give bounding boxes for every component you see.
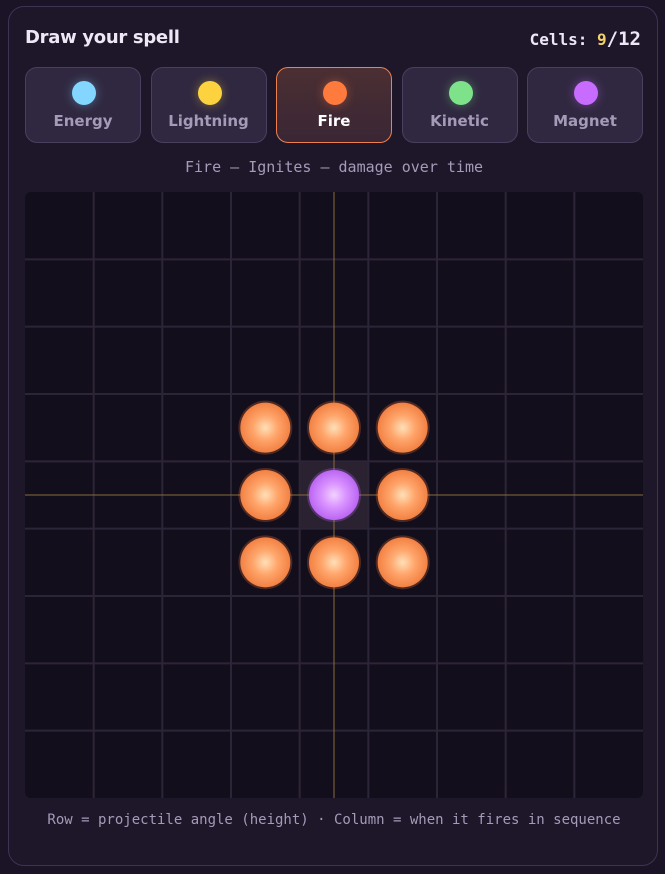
element-button-label: Fire [317, 112, 351, 130]
spell-panel: Draw your spell Cells: 9/12 Energy Lightn… [8, 6, 658, 866]
grid-help-text: Row = projectile angle (height) · Column… [47, 812, 621, 828]
element-description: Fire — Ignites — damage over time [184, 158, 483, 176]
element-button-magnet[interactable]: Magnet [527, 67, 643, 143]
cells-max: 12 [618, 28, 641, 50]
fire-orb[interactable] [240, 470, 291, 520]
element-button-lightning[interactable]: Lightning [150, 67, 267, 143]
element-button-kinetic[interactable]: Kinetic [401, 67, 518, 143]
magnet-orb-icon [574, 81, 598, 105]
element-selector: Energy Lightning Fire Kinetic Magnet [25, 67, 643, 143]
element-button-label: Energy [53, 112, 113, 130]
element-button-label: Lightning [168, 112, 249, 130]
element-button-energy[interactable]: Energy [25, 67, 141, 143]
kinetic-orb-icon [448, 81, 473, 105]
spell-grid[interactable] [25, 192, 643, 798]
fire-orb[interactable] [377, 470, 428, 520]
spell-grid-canvas[interactable] [25, 192, 643, 798]
cells-label: Cells: [529, 30, 588, 49]
fire-orb[interactable] [377, 537, 428, 588]
fire-orb[interactable] [309, 537, 359, 588]
element-button-label: Magnet [553, 112, 617, 130]
energy-orb-icon [72, 81, 96, 105]
fire-orb[interactable] [240, 402, 291, 453]
magnet-orb[interactable] [309, 470, 359, 520]
fire-orb[interactable] [377, 402, 428, 453]
element-button-fire[interactable]: Fire [276, 67, 392, 143]
cells-used: 9 [597, 30, 607, 49]
cells-counter: Cells: 9/12 [530, 28, 641, 50]
fire-orb[interactable] [240, 537, 291, 588]
cells-separator: / [606, 28, 619, 50]
element-button-label: Kinetic [430, 112, 489, 130]
lightning-orb-icon [197, 81, 222, 105]
fire-orb[interactable] [309, 402, 359, 453]
fire-orb-icon [323, 81, 347, 105]
panel-title: Draw your spell [25, 27, 180, 48]
